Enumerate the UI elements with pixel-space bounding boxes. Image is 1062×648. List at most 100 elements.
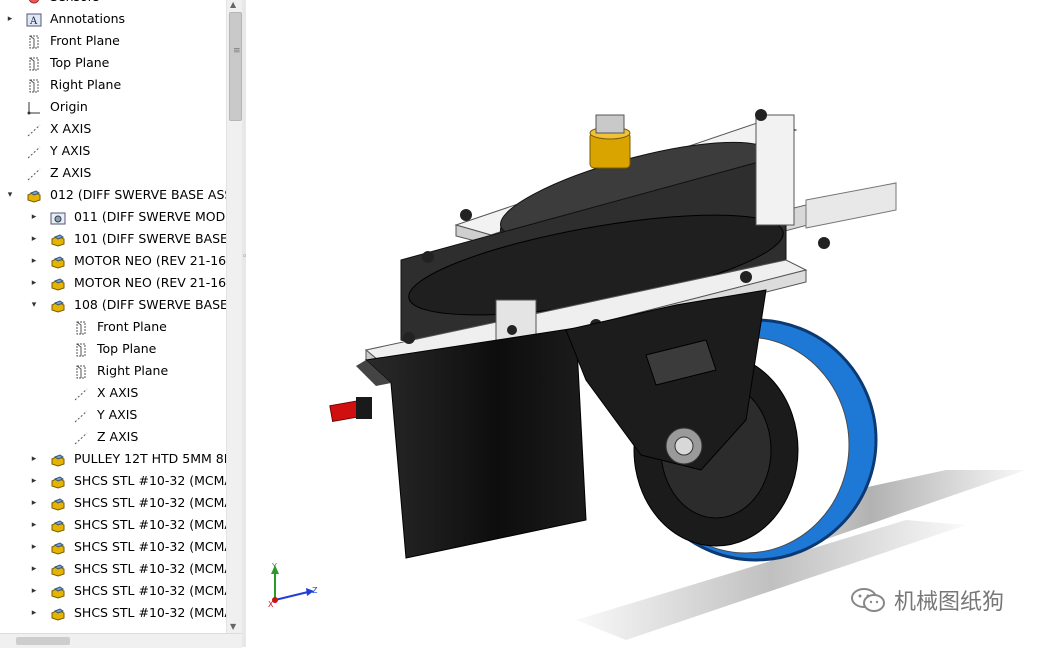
triad-x-label: X — [268, 600, 274, 609]
expand-arrow-icon[interactable]: ▸ — [28, 206, 40, 228]
tree-vertical-scrollbar[interactable]: ▲ ≡ ▼ — [226, 0, 243, 633]
tree-item[interactable]: Z AXIS — [0, 426, 226, 448]
tree-item[interactable]: ▸ MOTOR NEO (REV 21-165 — [0, 272, 226, 294]
tree-item[interactable]: Y AXIS — [0, 140, 226, 162]
tree-item[interactable]: ▾ 012 (DIFF SWERVE BASE ASSE — [0, 184, 226, 206]
tree-item-label: Z AXIS — [97, 429, 139, 444]
tree-item[interactable]: Right Plane — [0, 74, 226, 96]
tree-item-label: 101 (DIFF SWERVE BASE P — [74, 231, 226, 246]
expand-arrow-icon[interactable]: ▸ — [28, 250, 40, 272]
tree-item[interactable]: X AXIS — [0, 118, 226, 140]
plane-icon — [26, 78, 42, 93]
plane-icon — [26, 56, 42, 71]
graphics-viewport[interactable]: Y Z X — [246, 0, 1062, 647]
tree-item[interactable]: ▾ 108 (DIFF SWERVE BASE B — [0, 294, 226, 316]
tree-item-label: Right Plane — [50, 77, 122, 92]
collapse-arrow-icon[interactable]: ▾ — [28, 294, 40, 316]
tree-item-label: PULLEY 12T HTD 5MM 8M — [74, 451, 226, 466]
collapse-arrow-icon[interactable]: ▾ — [4, 184, 16, 206]
assembly-icon — [50, 606, 66, 621]
tree-item[interactable]: ▸ 011 (DIFF SWERVE MODU — [0, 206, 226, 228]
tree-item[interactable]: Front Plane — [0, 316, 226, 338]
tree-item[interactable]: ▸ 101 (DIFF SWERVE BASE P — [0, 228, 226, 250]
expand-arrow-icon[interactable]: ▸ — [28, 470, 40, 492]
assembly-icon — [50, 562, 66, 577]
watermark: 机械图纸狗 — [850, 585, 1004, 615]
tree-item-label: X AXIS — [97, 385, 139, 400]
expand-arrow-icon[interactable]: ▸ — [28, 602, 40, 624]
tree-item[interactable]: ▸ SHCS STL #10-32 (MCMAS — [0, 580, 226, 602]
tree-item-label: Front Plane — [97, 319, 167, 334]
axis-icon — [26, 144, 42, 159]
tree-item-label: 011 (DIFF SWERVE MODU — [74, 209, 226, 224]
tree-item-label: X AXIS — [50, 121, 92, 136]
tree-item[interactable]: ▸ SHCS STL #10-32 (MCMAS — [0, 602, 226, 624]
tree-item-label: MOTOR NEO (REV 21-165 — [74, 253, 226, 268]
grip-icon: ≡ — [233, 46, 241, 56]
assembly-icon — [50, 232, 66, 247]
tree-item-label: Y AXIS — [97, 407, 138, 422]
tree-item-label: 012 (DIFF SWERVE BASE ASSE — [50, 187, 226, 202]
tree-item[interactable]: Front Plane — [0, 30, 226, 52]
tree-item[interactable]: ▸ SHCS STL #10-32 (MCMAS — [0, 492, 226, 514]
axis-icon — [26, 122, 42, 137]
tree-item[interactable]: Right Plane — [0, 360, 226, 382]
triad-y-label: Y — [271, 562, 277, 571]
wheel-assembly — [565, 289, 878, 562]
scroll-thumb[interactable]: ≡ — [229, 12, 242, 121]
tree-item-label: MOTOR NEO (REV 21-165 — [74, 275, 226, 290]
axis-icon — [73, 386, 89, 401]
tree-item-label: SHCS STL #10-32 (MCMAS — [74, 561, 226, 576]
tree-item[interactable]: Y AXIS — [0, 404, 226, 426]
svg-text:A: A — [29, 16, 38, 27]
plane-icon — [26, 34, 42, 49]
plane-icon — [73, 320, 89, 335]
scroll-up-arrow-icon[interactable]: ▲ — [230, 0, 236, 9]
tree-item[interactable]: ▸ PULLEY 12T HTD 5MM 8M — [0, 448, 226, 470]
tree-item[interactable]: ▸ SHCS STL #10-32 (MCMAS — [0, 470, 226, 492]
tree-item[interactable]: Top Plane — [0, 338, 226, 360]
scroll-down-arrow-icon[interactable]: ▼ — [230, 622, 236, 631]
expand-arrow-icon[interactable]: ▸ — [28, 514, 40, 536]
assembly-icon — [50, 298, 66, 313]
wechat-icon — [851, 588, 885, 612]
tree-item-label: Top Plane — [97, 341, 157, 356]
axis-icon — [73, 430, 89, 445]
tree-item[interactable]: Top Plane — [0, 52, 226, 74]
tree-item[interactable]: Sensors — [0, 0, 226, 8]
tree-item[interactable]: ▸ MOTOR NEO (REV 21-165 — [0, 250, 226, 272]
tree-item[interactable]: Origin — [0, 96, 226, 118]
tree-horizontal-scrollbar[interactable] — [0, 633, 242, 648]
tree-item-label: SHCS STL #10-32 (MCMAS — [74, 517, 226, 532]
tree-item[interactable]: Z AXIS — [0, 162, 226, 184]
sensors-icon — [26, 0, 42, 4]
watermark-text: 机械图纸狗 — [894, 590, 1005, 615]
origin-icon — [26, 100, 42, 115]
expand-arrow-icon[interactable]: ▸ — [28, 580, 40, 602]
expand-arrow-icon[interactable]: ▸ — [28, 228, 40, 250]
tree-item[interactable]: ▸ SHCS STL #10-32 (MCMAS — [0, 514, 226, 536]
plane-icon — [73, 364, 89, 379]
expand-arrow-icon[interactable]: ▸ — [28, 272, 40, 294]
tree-item-label: Right Plane — [97, 363, 169, 378]
expand-arrow-icon[interactable]: ▸ — [28, 558, 40, 580]
tree-item[interactable]: ▸ SHCS STL #10-32 (MCMAS — [0, 558, 226, 580]
tree-item-label: Top Plane — [50, 55, 110, 70]
model-render: Y Z X — [268, 109, 1026, 640]
plane-icon — [73, 342, 89, 357]
expand-arrow-icon[interactable]: ▸ — [28, 536, 40, 558]
neo-motor — [329, 327, 587, 559]
tree-item[interactable]: ▸ A Annotations — [0, 8, 226, 30]
top-pulley — [589, 114, 631, 169]
annotations-icon: A — [26, 12, 42, 27]
tree-item[interactable]: X AXIS — [0, 382, 226, 404]
expand-arrow-icon[interactable]: ▸ — [4, 8, 16, 30]
tree-item[interactable]: ▸ SHCS STL #10-32 (MCMAS — [0, 536, 226, 558]
assembly-icon — [50, 474, 66, 489]
horizontal-scroll-thumb[interactable] — [16, 637, 70, 645]
expand-arrow-icon[interactable]: ▸ — [28, 448, 40, 470]
expand-arrow-icon[interactable]: ▸ — [28, 492, 40, 514]
tree-item-label: Sensors — [50, 0, 99, 8]
axis-icon — [73, 408, 89, 423]
assembly-icon — [50, 496, 66, 511]
